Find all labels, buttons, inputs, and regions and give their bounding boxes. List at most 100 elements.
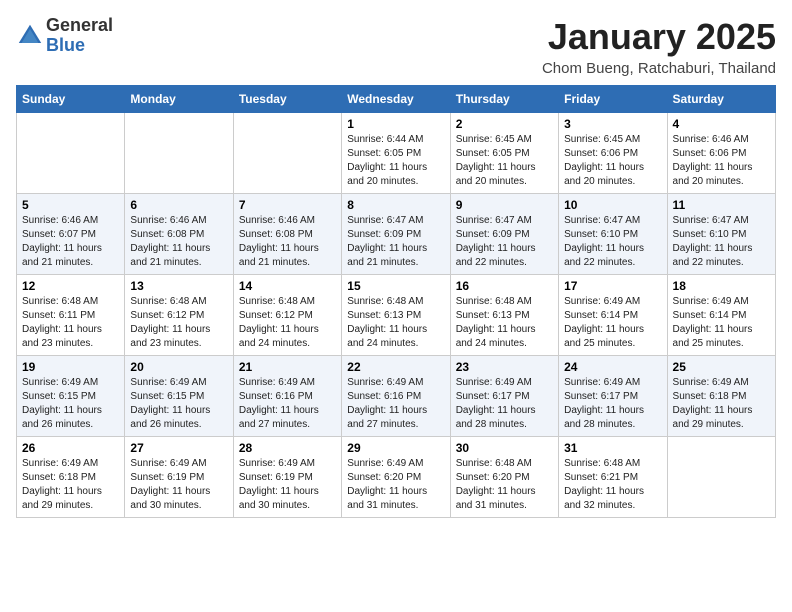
- day-info: Sunrise: 6:48 AMSunset: 6:12 PMDaylight:…: [239, 295, 336, 351]
- calendar-cell-w2-d1: 5 Sunrise: 6:46 AMSunset: 6:07 PMDaylight…: [17, 194, 125, 275]
- day-info: Sunrise: 6:49 AMSunset: 6:19 PMDaylight:…: [130, 457, 227, 513]
- day-info: Sunrise: 6:49 AMSunset: 6:18 PMDaylight:…: [673, 376, 770, 432]
- weekday-header-row: SundayMondayTuesdayWednesdayThursdayFrid…: [17, 86, 776, 113]
- calendar-cell-w1-d7: 4 Sunrise: 6:46 AMSunset: 6:06 PMDaylight…: [667, 113, 775, 194]
- weekday-header-saturday: Saturday: [667, 86, 775, 113]
- calendar-cell-w5-d5: 30 Sunrise: 6:48 AMSunset: 6:20 PMDayligh…: [450, 437, 558, 518]
- calendar-cell-w4-d1: 19 Sunrise: 6:49 AMSunset: 6:15 PMDayligh…: [17, 356, 125, 437]
- day-number: 14: [239, 279, 336, 293]
- day-info: Sunrise: 6:49 AMSunset: 6:19 PMDaylight:…: [239, 457, 336, 513]
- calendar-cell-w4-d7: 25 Sunrise: 6:49 AMSunset: 6:18 PMDayligh…: [667, 356, 775, 437]
- location-title: Chom Bueng, Ratchaburi, Thailand: [542, 60, 776, 77]
- page-header: General Blue January 2025 Chom Bueng, Ra…: [16, 16, 776, 77]
- day-info: Sunrise: 6:49 AMSunset: 6:17 PMDaylight:…: [456, 376, 553, 432]
- day-info: Sunrise: 6:45 AMSunset: 6:06 PMDaylight:…: [564, 133, 661, 189]
- weekday-header-sunday: Sunday: [17, 86, 125, 113]
- day-number: 2: [456, 117, 553, 131]
- day-info: Sunrise: 6:48 AMSunset: 6:13 PMDaylight:…: [347, 295, 444, 351]
- day-info: Sunrise: 6:46 AMSunset: 6:07 PMDaylight:…: [22, 214, 119, 270]
- day-number: 21: [239, 360, 336, 374]
- day-info: Sunrise: 6:46 AMSunset: 6:08 PMDaylight:…: [239, 214, 336, 270]
- calendar-cell-w3-d2: 13Sunrise: 6:48 AMSunset: 6:12 PMDayligh…: [125, 275, 233, 356]
- calendar-cell-w4-d6: 24 Sunrise: 6:49 AMSunset: 6:17 PMDayligh…: [559, 356, 667, 437]
- calendar-cell-w3-d3: 14 Sunrise: 6:48 AMSunset: 6:12 PMDayligh…: [233, 275, 341, 356]
- day-number: 15: [347, 279, 444, 293]
- day-number: 26: [22, 441, 119, 455]
- day-info: Sunrise: 6:46 AMSunset: 6:06 PMDaylight:…: [673, 133, 770, 189]
- calendar-cell-w4-d3: 21 Sunrise: 6:49 AMSunset: 6:16 PMDayligh…: [233, 356, 341, 437]
- title-block: January 2025 Chom Bueng, Ratchaburi, Tha…: [542, 16, 776, 77]
- day-info: Sunrise: 6:49 AMSunset: 6:14 PMDaylight:…: [564, 295, 661, 351]
- day-info: Sunrise: 6:49 AMSunset: 6:15 PMDaylight:…: [22, 376, 119, 432]
- day-number: 27: [130, 441, 227, 455]
- calendar-cell-w3-d4: 15 Sunrise: 6:48 AMSunset: 6:13 PMDayligh…: [342, 275, 450, 356]
- day-number: 20: [130, 360, 227, 374]
- calendar-cell-w1-d2: [125, 113, 233, 194]
- day-number: 28: [239, 441, 336, 455]
- day-number: 22: [347, 360, 444, 374]
- calendar-week-5: 26 Sunrise: 6:49 AMSunset: 6:18 PMDayligh…: [17, 437, 776, 518]
- calendar-cell-w5-d7: [667, 437, 775, 518]
- weekday-header-friday: Friday: [559, 86, 667, 113]
- day-info: Sunrise: 6:48 AMSunset: 6:21 PMDaylight:…: [564, 457, 661, 513]
- day-info: Sunrise: 6:49 AMSunset: 6:18 PMDaylight:…: [22, 457, 119, 513]
- day-info: Sunrise: 6:49 AMSunset: 6:16 PMDaylight:…: [347, 376, 444, 432]
- weekday-header-monday: Monday: [125, 86, 233, 113]
- day-number: 10: [564, 198, 661, 212]
- day-number: 3: [564, 117, 661, 131]
- day-info: Sunrise: 6:47 AMSunset: 6:10 PMDaylight:…: [564, 214, 661, 270]
- calendar-week-1: 1Sunrise: 6:44 AMSunset: 6:05 PMDaylight…: [17, 113, 776, 194]
- calendar-cell-w2-d2: 6Sunrise: 6:46 AMSunset: 6:08 PMDaylight…: [125, 194, 233, 275]
- calendar-cell-w5-d2: 27 Sunrise: 6:49 AMSunset: 6:19 PMDayligh…: [125, 437, 233, 518]
- calendar-cell-w2-d4: 8Sunrise: 6:47 AMSunset: 6:09 PMDaylight…: [342, 194, 450, 275]
- weekday-header-thursday: Thursday: [450, 86, 558, 113]
- day-info: Sunrise: 6:49 AMSunset: 6:16 PMDaylight:…: [239, 376, 336, 432]
- calendar-week-3: 12Sunrise: 6:48 AMSunset: 6:11 PMDayligh…: [17, 275, 776, 356]
- calendar-cell-w1-d6: 3 Sunrise: 6:45 AMSunset: 6:06 PMDaylight…: [559, 113, 667, 194]
- weekday-header-wednesday: Wednesday: [342, 86, 450, 113]
- day-number: 23: [456, 360, 553, 374]
- day-info: Sunrise: 6:48 AMSunset: 6:12 PMDaylight:…: [130, 295, 227, 351]
- day-number: 11: [673, 198, 770, 212]
- calendar-cell-w1-d5: 2Sunrise: 6:45 AMSunset: 6:05 PMDaylight…: [450, 113, 558, 194]
- calendar-cell-w4-d2: 20 Sunrise: 6:49 AMSunset: 6:15 PMDayligh…: [125, 356, 233, 437]
- calendar-cell-w2-d7: 11 Sunrise: 6:47 AMSunset: 6:10 PMDayligh…: [667, 194, 775, 275]
- day-number: 16: [456, 279, 553, 293]
- day-number: 4: [673, 117, 770, 131]
- day-info: Sunrise: 6:49 AMSunset: 6:15 PMDaylight:…: [130, 376, 227, 432]
- calendar-cell-w5-d4: 29Sunrise: 6:49 AMSunset: 6:20 PMDayligh…: [342, 437, 450, 518]
- calendar-cell-w5-d3: 28 Sunrise: 6:49 AMSunset: 6:19 PMDayligh…: [233, 437, 341, 518]
- calendar-cell-w5-d1: 26 Sunrise: 6:49 AMSunset: 6:18 PMDayligh…: [17, 437, 125, 518]
- logo-text: General Blue: [46, 16, 113, 56]
- calendar-week-2: 5 Sunrise: 6:46 AMSunset: 6:07 PMDaylight…: [17, 194, 776, 275]
- calendar-cell-w3-d7: 18Sunrise: 6:49 AMSunset: 6:14 PMDayligh…: [667, 275, 775, 356]
- day-number: 19: [22, 360, 119, 374]
- calendar-cell-w5-d6: 31Sunrise: 6:48 AMSunset: 6:21 PMDayligh…: [559, 437, 667, 518]
- day-info: Sunrise: 6:48 AMSunset: 6:11 PMDaylight:…: [22, 295, 119, 351]
- day-number: 30: [456, 441, 553, 455]
- day-number: 7: [239, 198, 336, 212]
- calendar-cell-w4-d5: 23 Sunrise: 6:49 AMSunset: 6:17 PMDayligh…: [450, 356, 558, 437]
- calendar-table: SundayMondayTuesdayWednesdayThursdayFrid…: [16, 85, 776, 518]
- day-info: Sunrise: 6:48 AMSunset: 6:13 PMDaylight:…: [456, 295, 553, 351]
- logo-blue-text: Blue: [46, 35, 85, 55]
- calendar-cell-w1-d3: [233, 113, 341, 194]
- day-info: Sunrise: 6:47 AMSunset: 6:09 PMDaylight:…: [347, 214, 444, 270]
- calendar-cell-w3-d5: 16 Sunrise: 6:48 AMSunset: 6:13 PMDayligh…: [450, 275, 558, 356]
- day-number: 24: [564, 360, 661, 374]
- day-number: 6: [130, 198, 227, 212]
- calendar-cell-w2-d3: 7 Sunrise: 6:46 AMSunset: 6:08 PMDaylight…: [233, 194, 341, 275]
- day-number: 25: [673, 360, 770, 374]
- day-number: 29: [347, 441, 444, 455]
- day-info: Sunrise: 6:47 AMSunset: 6:09 PMDaylight:…: [456, 214, 553, 270]
- calendar-cell-w2-d6: 10 Sunrise: 6:47 AMSunset: 6:10 PMDayligh…: [559, 194, 667, 275]
- logo: General Blue: [16, 16, 113, 56]
- day-info: Sunrise: 6:48 AMSunset: 6:20 PMDaylight:…: [456, 457, 553, 513]
- day-info: Sunrise: 6:49 AMSunset: 6:17 PMDaylight:…: [564, 376, 661, 432]
- day-number: 5: [22, 198, 119, 212]
- calendar-cell-w1-d1: [17, 113, 125, 194]
- month-title: January 2025: [542, 16, 776, 58]
- calendar-cell-w1-d4: 1Sunrise: 6:44 AMSunset: 6:05 PMDaylight…: [342, 113, 450, 194]
- logo-icon: [16, 22, 44, 50]
- day-info: Sunrise: 6:47 AMSunset: 6:10 PMDaylight:…: [673, 214, 770, 270]
